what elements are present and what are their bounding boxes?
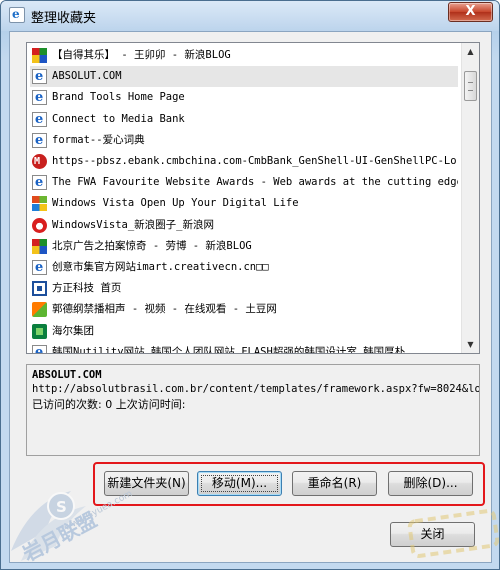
rename-button[interactable]: 重命名(R) xyxy=(292,471,377,496)
favorite-item[interactable]: 海尔集团 xyxy=(30,321,458,342)
favorite-item-label: WindowsVista_新浪圈子_新浪网 xyxy=(52,218,215,231)
favorite-item[interactable]: format--爱心词典 xyxy=(30,130,458,151)
favorite-item-label: Connect to Media Bank xyxy=(52,112,185,125)
favorite-item[interactable]: 韩国Nutility网站 韩国个人团队网站 FLASH超强的韩国设计室 韩国厚朴 xyxy=(30,342,458,353)
favorite-item-label: Brand Tools Home Page xyxy=(52,91,185,104)
title-bar[interactable]: e 整理收藏夹 X xyxy=(1,1,499,31)
ie-page-icon xyxy=(32,87,47,108)
organize-favorites-window: e 整理收藏夹 X 【自得其乐】 - 王卯卯 - 新浪BLOG ABSOLUT.C… xyxy=(0,0,500,570)
ie-page-icon xyxy=(32,257,47,278)
favorite-item[interactable]: The FWA Favourite Website Awards - Web a… xyxy=(30,172,458,193)
colorful-mosaic-icon xyxy=(32,238,47,254)
scroll-down-arrow-icon[interactable]: ▼ xyxy=(462,336,479,353)
favorite-item-label: The FWA Favourite Website Awards - Web a… xyxy=(52,176,458,189)
haier-logo-icon xyxy=(32,323,47,339)
svg-text:S: S xyxy=(56,498,67,516)
favorite-item[interactable]: WindowsVista_新浪圈子_新浪网 xyxy=(30,215,458,236)
favorite-item-label: 创意市集官方网站imart.creativecn.cn□□ xyxy=(52,261,269,273)
favorite-item-label: 【自得其乐】 - 王卯卯 - 新浪BLOG xyxy=(52,49,231,61)
colorful-mosaic-icon xyxy=(32,48,47,63)
favorite-item[interactable]: ABSOLUT.COM xyxy=(30,66,458,88)
window-close-button[interactable]: X xyxy=(448,2,493,22)
favorite-item[interactable]: 郭德纲禁播相声 - 视频 - 在线观看 - 土豆网 xyxy=(30,299,458,320)
ie-page-icon xyxy=(32,109,47,130)
vertical-scrollbar[interactable]: ▲ ▼ xyxy=(461,43,479,353)
cmb-logo-icon xyxy=(32,151,47,172)
focus-rectangle xyxy=(201,475,278,492)
favorite-item-label: Windows Vista Open Up Your Digital Life xyxy=(52,197,299,210)
favorite-item-label: https--pbsz.ebank.cmbchina.com-CmbBank_G… xyxy=(52,155,458,167)
move-button[interactable]: 移动(M)... xyxy=(197,471,282,496)
favorite-item[interactable]: 北京广告之拍案惊奇 - 劳博 - 新浪BLOG xyxy=(30,236,458,257)
favorites-list[interactable]: 【自得其乐】 - 王卯卯 - 新浪BLOG ABSOLUT.COM Brand To… xyxy=(26,42,480,354)
favorite-item[interactable]: https--pbsz.ebank.cmbchina.com-CmbBank_G… xyxy=(30,151,458,172)
favorites-list-viewport: 【自得其乐】 - 王卯卯 - 新浪BLOG ABSOLUT.COM Brand To… xyxy=(27,43,460,353)
favorite-item-label: 海尔集团 xyxy=(52,324,94,337)
scroll-up-arrow-icon[interactable]: ▲ xyxy=(462,43,479,60)
favorite-item[interactable]: Brand Tools Home Page xyxy=(30,87,458,108)
ie-page-icon xyxy=(32,130,47,151)
details-url: http://absolutbrasil.com.br/content/temp… xyxy=(32,383,480,395)
details-title: ABSOLUT.COM xyxy=(32,369,102,381)
windows-flag-icon xyxy=(32,196,47,212)
favorite-item-label: ABSOLUT.COM xyxy=(52,70,122,83)
favorite-item-label: 韩国Nutility网站 韩国个人团队网站 FLASH超强的韩国设计室 韩国厚朴 xyxy=(52,345,406,353)
ie-page-icon xyxy=(32,342,47,353)
favorite-details-panel: ABSOLUT.COM http://absolutbrasil.com.br/… xyxy=(26,364,480,456)
scrollbar-thumb[interactable] xyxy=(464,71,477,101)
ie-window-icon: e xyxy=(9,7,25,23)
favorite-item[interactable]: Windows Vista Open Up Your Digital Life xyxy=(30,193,458,214)
favorite-item[interactable]: 【自得其乐】 - 王卯卯 - 新浪BLOG xyxy=(30,45,458,66)
favorite-item[interactable]: Connect to Media Bank xyxy=(30,109,458,130)
ie-page-icon xyxy=(32,66,47,87)
founder-logo-icon xyxy=(32,281,47,297)
favorite-item[interactable]: 创意市集官方网站imart.creativecn.cn□□ xyxy=(30,257,458,278)
ie-page-icon xyxy=(32,172,47,193)
tudou-logo-icon xyxy=(32,302,47,318)
favorite-item-label: format--爱心词典 xyxy=(52,133,145,146)
favorite-item-label: 方正科技 首页 xyxy=(52,282,122,295)
weibo-icon xyxy=(32,217,47,233)
window-title: 整理收藏夹 xyxy=(31,11,97,26)
favorite-item-label: 郭德纲禁播相声 - 视频 - 在线观看 - 土豆网 xyxy=(52,303,277,316)
favorite-item-label: 北京广告之拍案惊奇 - 劳博 - 新浪BLOG xyxy=(52,239,252,252)
favorite-item[interactable]: 方正科技 首页 xyxy=(30,278,458,299)
delete-button[interactable]: 删除(D)... xyxy=(388,471,473,496)
details-visit-info: 已访问的次数: 0 上次访问时间: xyxy=(32,398,186,411)
